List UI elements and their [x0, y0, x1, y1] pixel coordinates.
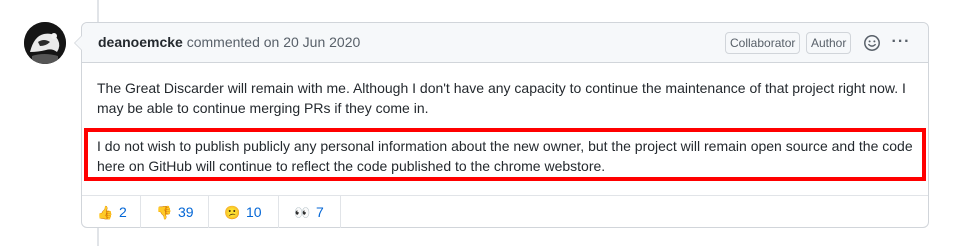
author-link[interactable]: deanoemcke — [98, 34, 183, 50]
reaction-count: 10 — [246, 204, 262, 220]
reaction-eyes[interactable]: 👀 7 — [279, 196, 341, 228]
kebab-horizontal-icon[interactable]: ··· — [890, 31, 912, 53]
author-badge: Author — [806, 32, 852, 54]
confused-icon: 😕 — [224, 205, 241, 220]
reaction-count: 2 — [119, 204, 127, 220]
eyes-icon: 👀 — [294, 205, 311, 220]
reaction-confused[interactable]: 😕 10 — [209, 196, 279, 228]
comment-meta: deanoemcke commented on 20 Jun 2020 — [98, 34, 360, 50]
thumbs-up-icon: 👍 — [97, 205, 114, 220]
comment-header: deanoemcke commented on 20 Jun 2020 Coll… — [82, 23, 928, 63]
comment-paragraph: The Great Discarder will remain with me.… — [97, 80, 906, 116]
reactions-bar: 👍 2 👎 39 😕 10 👀 7 — [82, 195, 928, 228]
user-avatar[interactable] — [24, 22, 66, 64]
collaborator-badge: Collaborator — [725, 32, 801, 54]
reaction-thumbs-up[interactable]: 👍 2 — [82, 196, 141, 228]
reaction-thumbs-down[interactable]: 👎 39 — [141, 196, 209, 228]
smiley-icon[interactable] — [863, 34, 881, 52]
comment-timestamp[interactable]: commented on 20 Jun 2020 — [187, 34, 361, 50]
reaction-count: 39 — [178, 204, 194, 220]
reaction-count: 7 — [316, 204, 324, 220]
comment-paragraph-highlighted: I do not wish to publish publicly any pe… — [97, 138, 913, 174]
thumbs-down-icon: 👎 — [156, 205, 173, 220]
comment-box: deanoemcke commented on 20 Jun 2020 Coll… — [74, 22, 929, 228]
